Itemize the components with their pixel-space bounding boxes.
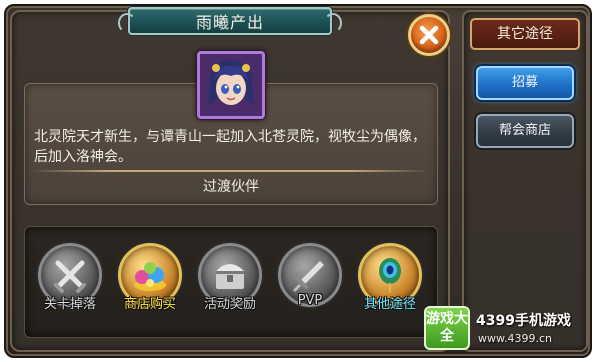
source-label: 商店购买 (123, 297, 176, 312)
source-other[interactable]: 其他途径 (358, 243, 422, 312)
other-sources-panel (462, 10, 588, 352)
dialog-title: 雨曦产出 (195, 13, 264, 32)
source-event-reward[interactable]: 活动奖励 (198, 243, 262, 312)
source-label: 活动奖励 (203, 297, 256, 312)
source-label: PVP (297, 293, 323, 308)
watermark-logo: 游戏大全 (424, 306, 470, 350)
dialog-title-banner: 雨曦产出 (118, 7, 342, 35)
source-label: 其他途径 (363, 297, 416, 312)
source-pvp[interactable]: PVP (278, 243, 342, 308)
close-icon (419, 25, 439, 45)
watermark-url: www.4399.cn (478, 332, 552, 345)
source-shop[interactable]: 商店购买 (118, 243, 182, 312)
guild-shop-button[interactable]: 帮会商店 (476, 114, 574, 148)
character-description: 北灵院天才新生，与谭青山一起加入北苍灵院，视牧尘为偶像，后加入洛神会。 (34, 129, 426, 165)
recruit-button[interactable]: 招募 (476, 66, 574, 100)
watermark-brand: 4399手机游戏 (476, 313, 571, 329)
description-divider (30, 170, 430, 172)
close-button[interactable] (408, 14, 450, 56)
character-portrait (197, 51, 265, 119)
character-category: 过渡伙伴 (203, 179, 259, 195)
side-panel-title: 其它途径 (470, 18, 580, 50)
character-portrait-icon (200, 54, 262, 116)
source-stage-drop[interactable]: 关卡掉落 (38, 243, 102, 312)
source-label: 关卡掉落 (43, 297, 96, 312)
